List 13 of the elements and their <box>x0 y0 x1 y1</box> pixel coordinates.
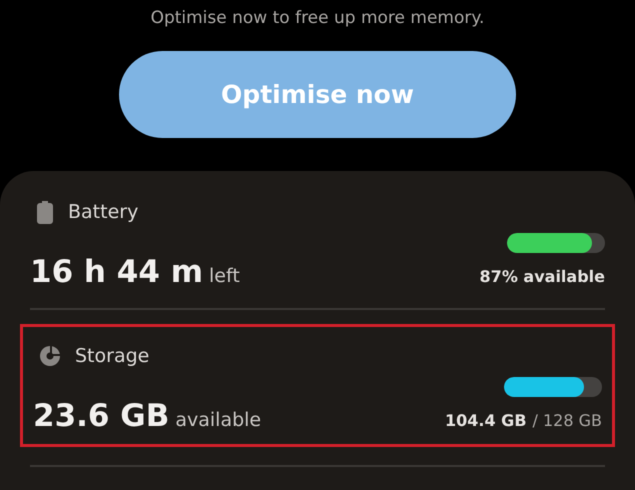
item-value: 16 h 44 m <box>30 254 204 290</box>
item-detail: 87% available <box>480 267 605 286</box>
value-suffix: available <box>175 409 262 431</box>
battery-icon <box>36 200 54 224</box>
optimise-button[interactable]: Optimise now <box>119 51 516 138</box>
item-title: Storage <box>75 345 150 367</box>
item-detail: 104.4 GB <box>445 411 527 430</box>
value-suffix: left <box>209 265 240 287</box>
item-value: 23.6 GB <box>33 398 170 434</box>
item-detail-total: / 128 GB <box>532 411 602 430</box>
pie-chart-icon <box>39 345 61 367</box>
prompt-text: Optimise now to free up more memory. <box>150 8 484 28</box>
item-title: Battery <box>68 201 138 223</box>
